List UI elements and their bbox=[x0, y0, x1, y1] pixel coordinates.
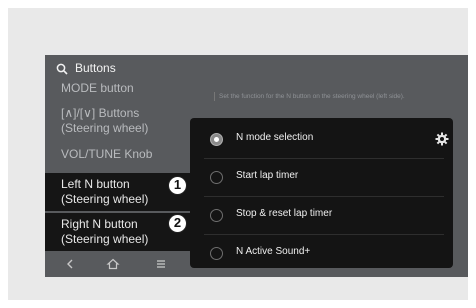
option-stop-reset-lap-timer[interactable]: Stop & reset lap timer bbox=[190, 200, 453, 236]
option-label: N mode selection bbox=[236, 132, 314, 143]
option-n-active-sound[interactable]: N Active Sound+ bbox=[190, 238, 453, 274]
option-label: N Active Sound+ bbox=[236, 246, 311, 257]
back-icon[interactable] bbox=[63, 257, 77, 271]
divider bbox=[204, 158, 444, 159]
divider bbox=[204, 196, 444, 197]
radio-selected-icon[interactable] bbox=[210, 133, 223, 146]
list-item-label: MODE button bbox=[61, 81, 134, 95]
manual-figure: Buttons MODE button [∧]/[∨] Buttons (Ste… bbox=[8, 8, 468, 300]
list-item-label: [∧]/[∨] Buttons bbox=[61, 106, 140, 120]
header-bar: Buttons bbox=[45, 55, 468, 83]
gear-icon[interactable] bbox=[435, 132, 449, 146]
bottom-nav-bar bbox=[45, 253, 195, 275]
divider bbox=[204, 234, 444, 235]
screen-title: Buttons bbox=[75, 61, 116, 75]
list-item-sublabel: (Steering wheel) bbox=[61, 232, 149, 246]
callout-badge-1: 1 bbox=[168, 176, 187, 195]
list-item-sublabel: (Steering wheel) bbox=[61, 121, 149, 135]
search-icon[interactable] bbox=[56, 62, 68, 75]
home-icon[interactable] bbox=[106, 257, 120, 271]
n-button-function-popup: N mode selection Start lap timer Stop & … bbox=[190, 118, 453, 268]
menu-icon[interactable] bbox=[154, 257, 168, 271]
list-item-label: VOL/TUNE Knob bbox=[61, 147, 153, 161]
option-label: Stop & reset lap timer bbox=[236, 208, 333, 219]
radio-unselected-icon[interactable] bbox=[210, 209, 223, 222]
list-item-mode-button[interactable]: MODE button bbox=[61, 81, 134, 96]
description-text: Set the function for the N button on the… bbox=[214, 92, 464, 101]
option-label: Start lap timer bbox=[236, 170, 299, 181]
radio-unselected-icon[interactable] bbox=[210, 247, 223, 260]
list-item-vol-tune-knob[interactable]: VOL/TUNE Knob bbox=[61, 147, 152, 162]
option-start-lap-timer[interactable]: Start lap timer bbox=[190, 162, 453, 198]
list-item-up-down-buttons[interactable]: [∧]/[∨] Buttons (Steering wheel) bbox=[61, 106, 148, 136]
radio-unselected-icon[interactable] bbox=[210, 171, 223, 184]
callout-badge-2: 2 bbox=[168, 214, 187, 233]
option-n-mode-selection[interactable]: N mode selection bbox=[190, 124, 453, 160]
